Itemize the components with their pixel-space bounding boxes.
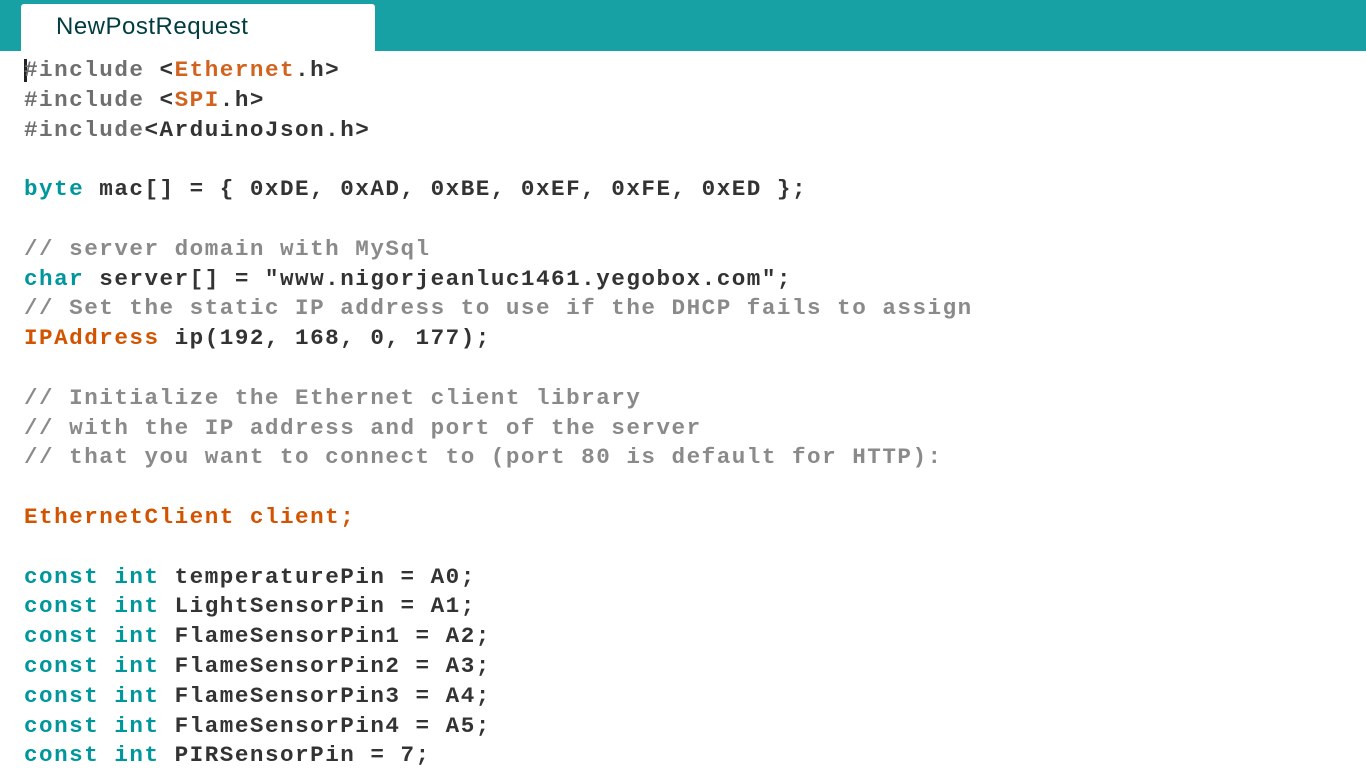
code-line: const int PIRSensorPin = 7;	[24, 740, 431, 768]
code-line: EthernetClient client;	[24, 502, 355, 532]
code-line: #include <SPI.h>	[24, 85, 265, 115]
code-token: .h>	[295, 57, 341, 83]
code-line: // with the IP address and port of the s…	[24, 413, 702, 443]
code-token: #include	[24, 86, 160, 113]
code-token: mac[] = { 0xDE, 0xAD, 0xBE, 0xEF, 0xFE, …	[84, 176, 808, 203]
code-line: const int FlameSensorPin2 = A3;	[24, 651, 491, 681]
code-token: int	[114, 653, 160, 679]
code-line: // Set the static IP address to use if t…	[24, 293, 973, 323]
code-line: char server[] = "www.nigorjeanluc1461.ye…	[24, 264, 792, 294]
code-token: int	[114, 563, 160, 590]
code-editor[interactable]: #include <Ethernet.h> #include <SPI.h> #in…	[0, 51, 1366, 768]
code-line: // that you want to connect to (port 80 …	[24, 442, 943, 472]
code-token: // server domain with MySql	[24, 235, 431, 262]
code-token: const	[24, 712, 100, 739]
code-token: IPAddress	[24, 325, 160, 352]
code-token: LightSensorPin = A1;	[159, 593, 476, 620]
code-token: #include	[24, 57, 160, 83]
code-token: const	[24, 742, 100, 768]
code-token: FlameSensorPin4 = A5;	[159, 712, 491, 739]
code-token: <	[159, 57, 175, 83]
code-line: // server domain with MySql	[24, 234, 431, 264]
code-line: IPAddress ip(192, 168, 0, 177);	[24, 323, 491, 353]
code-line: #include<ArduinoJson.h>	[24, 115, 370, 145]
code-token: ip(192, 168, 0, 177);	[159, 325, 491, 352]
code-line: const int FlameSensorPin1 = A2;	[24, 621, 491, 651]
code-token: FlameSensorPin3 = A4;	[159, 682, 491, 709]
code-token: byte	[24, 176, 85, 203]
code-token: Ethernet	[174, 57, 296, 83]
code-token: EthernetClient	[24, 504, 235, 530]
code-token: client;	[234, 504, 356, 530]
code-line: const int FlameSensorPin4 = A5;	[24, 711, 491, 741]
code-token: SPI	[174, 86, 220, 113]
code-token: int	[114, 682, 160, 709]
code-line: const int temperaturePin = A0;	[24, 562, 476, 592]
code-token: int	[114, 623, 160, 650]
code-line: const int FlameSensorPin3 = A4;	[24, 681, 491, 711]
code-token: PIRSensorPin = 7;	[159, 742, 431, 768]
code-token: <ArduinoJson.h>	[144, 116, 371, 143]
code-token: const	[24, 563, 100, 590]
code-token: const	[24, 593, 100, 620]
code-token: FlameSensorPin2 = A3;	[159, 653, 491, 679]
code-token: temperaturePin = A0;	[159, 563, 476, 590]
code-token: const	[24, 682, 100, 709]
code-token: FlameSensorPin1 = A2;	[159, 623, 491, 650]
code-token: server[] = "www.nigorjeanluc1461.yegobox…	[84, 265, 792, 292]
code-token: // Initialize the Ethernet client librar…	[24, 384, 642, 411]
code-token: // with the IP address and port of the s…	[24, 414, 702, 441]
code-token: #include	[24, 116, 145, 143]
tab-bar: NewPostRequest	[0, 0, 1366, 51]
code-line: byte mac[] = { 0xDE, 0xAD, 0xBE, 0xEF, 0…	[24, 174, 807, 204]
arduino-ide-window: NewPostRequest #include <Ethernet.h> #inc…	[0, 0, 1366, 768]
code-token: const	[24, 623, 100, 650]
code-token: int	[114, 712, 160, 739]
code-token: .h>	[219, 86, 265, 113]
code-token: // that you want to connect to (port 80 …	[24, 444, 943, 471]
code-line: // Initialize the Ethernet client librar…	[24, 383, 641, 413]
code-line: #include <Ethernet.h>	[24, 55, 340, 85]
code-token: <	[159, 86, 175, 113]
tab-newpostrequest[interactable]: NewPostRequest	[21, 4, 375, 51]
code-token: char	[24, 265, 85, 292]
code-token: int	[114, 593, 160, 620]
code-token: // Set the static IP address to use if t…	[24, 295, 973, 322]
code-token: int	[114, 742, 160, 768]
code-line: const int LightSensorPin = A1;	[24, 591, 476, 621]
code-token: const	[24, 653, 100, 679]
